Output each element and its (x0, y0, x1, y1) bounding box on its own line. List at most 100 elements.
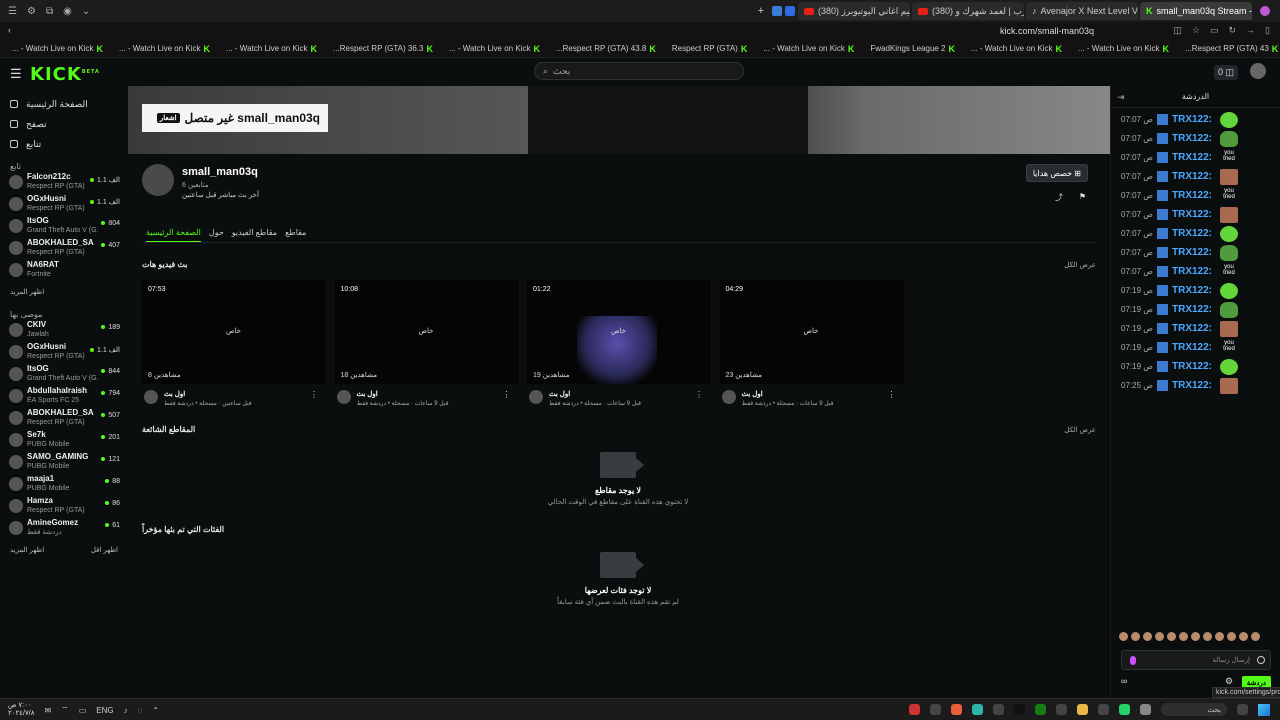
clips-see-all[interactable]: عرض الكل (1064, 426, 1096, 434)
bookmark-item[interactable]: FwadKings League 2K (864, 44, 961, 54)
message-username[interactable]: TRX122: (1172, 247, 1212, 258)
more-options-icon[interactable]: ⋮ (310, 390, 318, 399)
video-thumbnail[interactable]: 07:53 خاص 8 مشاهدين (142, 280, 326, 384)
app-icon[interactable] (951, 704, 962, 715)
bookmark-item[interactable]: ... - Watch Live on Kick K (6, 44, 109, 54)
sidebar-channel[interactable]: ItsOG Grand Theft Auto V (G... 844 (0, 364, 128, 386)
app-icon[interactable] (1056, 704, 1067, 715)
message-username[interactable]: TRX122: (1172, 304, 1212, 315)
tiktok-icon[interactable] (1014, 704, 1025, 715)
channel-avatar[interactable] (142, 164, 174, 196)
emoji-icon[interactable] (1257, 656, 1265, 664)
message-username[interactable]: TRX122: (1172, 323, 1212, 334)
emote-icon[interactable] (1203, 632, 1212, 641)
volume-icon[interactable]: ♪ (124, 706, 128, 715)
copilot-icon[interactable]: ◉ (63, 6, 72, 17)
gift-button[interactable]: خصص هدايا ⊞ (1025, 164, 1088, 182)
windows-start-icon[interactable] (1258, 703, 1270, 716)
share-icon[interactable]: ⤴ (1055, 192, 1063, 202)
network-icon[interactable]: ◌ (138, 706, 143, 715)
sidebar-toggle-icon[interactable]: ▯ (1265, 25, 1270, 36)
video-card[interactable]: 07:53 خاص 8 مشاهدين اول بث قبل ساعتين · مسجل… (142, 280, 326, 410)
more-options-icon[interactable]: ⋮ (503, 390, 511, 399)
sidebar-channel[interactable]: ABOKHALED_SA Respect RP (GTA) 407 (0, 238, 128, 260)
sidebar-channel[interactable]: CKIV Jawlah 189 (0, 320, 128, 342)
star-icon[interactable]: ☆ (1192, 25, 1200, 36)
battery-icon[interactable]: ▭ (79, 706, 87, 715)
task-view-icon[interactable] (1237, 704, 1248, 715)
sidebar-channel[interactable]: Abdullahalraish EA Sports FC 25 794 (0, 386, 128, 408)
tab-actions-icon[interactable]: ⧉ (46, 6, 53, 17)
show-more-button[interactable]: اظهر المزيد (10, 546, 44, 554)
emote-icon[interactable] (1179, 632, 1188, 641)
bookmark-item[interactable]: ... - Watch Live on Kick K (443, 44, 546, 54)
whatsapp-icon[interactable] (1119, 704, 1130, 715)
language-indicator[interactable]: ENG (96, 706, 113, 715)
emote-icon[interactable] (1119, 632, 1128, 641)
video-card[interactable]: 10:08 خاص 18 مشاهدين اول بث قبل 9 ساعات · مس… (334, 280, 519, 410)
user-avatar[interactable] (1250, 63, 1266, 79)
hamburger-icon[interactable]: ☰ (10, 66, 22, 82)
sidebar-channel[interactable]: NA6RAT Fortnite (0, 260, 128, 282)
tab-about[interactable]: حول (209, 228, 224, 242)
chat-input[interactable]: إرسال رسالة (1121, 650, 1271, 670)
sidebar-channel[interactable]: AmineGomez دردشة فقط 61 (0, 518, 128, 540)
notification-icon[interactable]: ✉ (44, 706, 51, 715)
back-icon[interactable]: ‹ (8, 25, 11, 35)
search-input[interactable]: ⌕ بحث (534, 62, 744, 80)
video-card[interactable]: 04:29 خاص 23 مشاهدين اول بث قبل 9 ساعات · مس… (719, 280, 904, 410)
sidebar-channel[interactable]: Hamza Respect RP (GTA) 86 (0, 496, 128, 518)
emote-icon[interactable] (1155, 632, 1164, 641)
message-username[interactable]: TRX122: (1172, 209, 1212, 220)
message-username[interactable]: TRX122: (1172, 266, 1212, 277)
emote-icon[interactable] (1167, 632, 1176, 641)
app-icon[interactable] (909, 704, 920, 715)
bookmark-item[interactable]: ... - Watch Live on Kick K (113, 44, 216, 54)
url-field[interactable]: kick.com/small-man03q (1000, 26, 1094, 36)
emote-icon[interactable] (1227, 632, 1236, 641)
message-username[interactable]: TRX122: (1172, 152, 1212, 163)
bookmark-item[interactable]: ...Respect RP (GTA) 43.8 K (550, 44, 662, 54)
show-more-following[interactable]: اظهر المزيد (0, 282, 128, 302)
message-username[interactable]: TRX122: (1172, 133, 1212, 144)
video-thumbnail[interactable]: 10:08 خاص 18 مشاهدين (334, 280, 519, 384)
bookmark-item[interactable]: ... - Watch Live on Kick K (757, 44, 860, 54)
sidebar-channel[interactable]: Falcon212c Respect RP (GTA) الف 1.1 (0, 172, 128, 194)
video-thumbnail[interactable]: 01:22 خاص 19 مشاهدين (527, 280, 711, 384)
profile-icon[interactable] (1260, 6, 1270, 16)
menu-icon[interactable]: ☰ (8, 6, 17, 17)
sidebar-nav-item[interactable]: الصفحة الرئيسية (0, 94, 128, 114)
coins-badge[interactable]: 0 ◫ (1213, 65, 1238, 80)
message-username[interactable]: TRX122: (1172, 342, 1212, 353)
sidebar-channel[interactable]: Se7k PUBG Mobile 201 (0, 430, 128, 452)
emote-icon[interactable] (1215, 632, 1224, 641)
taskbar-search[interactable]: بحث (1161, 703, 1227, 716)
gear-icon[interactable]: ⚙ (1225, 676, 1233, 687)
reader-icon[interactable]: ◫ (1173, 25, 1182, 36)
sidebar-channel[interactable]: OGxHusni Respect RP (GTA) الف 1.1 (0, 342, 128, 364)
emote-icon[interactable] (1239, 632, 1248, 641)
message-username[interactable]: TRX122: (1172, 380, 1212, 391)
store-icon[interactable] (1098, 704, 1109, 715)
sidebar-channel[interactable]: SAMO_GAMING PUBG Mobile 121 (0, 452, 128, 474)
workspace-icon[interactable]: ⚙ (27, 6, 36, 17)
video-thumbnail[interactable]: 04:29 خاص 23 مشاهدين (719, 280, 904, 384)
clock[interactable]: ٧:٠٠ ص ٢٠٢٤/٧/٨ (8, 702, 34, 718)
bookmark-item[interactable]: ... - Watch Live on Kick K (965, 44, 1068, 54)
sidebar-nav-item[interactable]: تصفح (0, 114, 128, 134)
folder-icon[interactable] (1077, 704, 1088, 715)
report-icon[interactable]: ⚑ (1079, 192, 1086, 201)
kick-logo[interactable]: KICKBETA (30, 64, 100, 85)
bookmark-item[interactable]: ... - Watch Live on Kick K (1072, 44, 1175, 54)
message-username[interactable]: TRX122: (1172, 361, 1212, 372)
extension-icon[interactable] (785, 6, 795, 16)
app-icon[interactable] (993, 704, 1004, 715)
chevron-up-icon[interactable]: ⌃ (152, 706, 159, 715)
sidebar-channel[interactable]: OGxHusni Respect RP (GTA) الف 1.1 (0, 194, 128, 216)
chevron-down-icon[interactable]: ⌄ (82, 6, 90, 17)
forward-icon[interactable]: → (1246, 25, 1255, 36)
emote-icon[interactable] (1191, 632, 1200, 641)
video-card[interactable]: 01:22 خاص 19 مشاهدين اول بث قبل 9 ساعات · مس… (527, 280, 711, 410)
bookmark-item[interactable]: Respect RP (GTA) K (666, 44, 753, 54)
browser-tab[interactable]: (380) قريت اقيم اغاني اليوتيوبرز |× (798, 2, 910, 20)
